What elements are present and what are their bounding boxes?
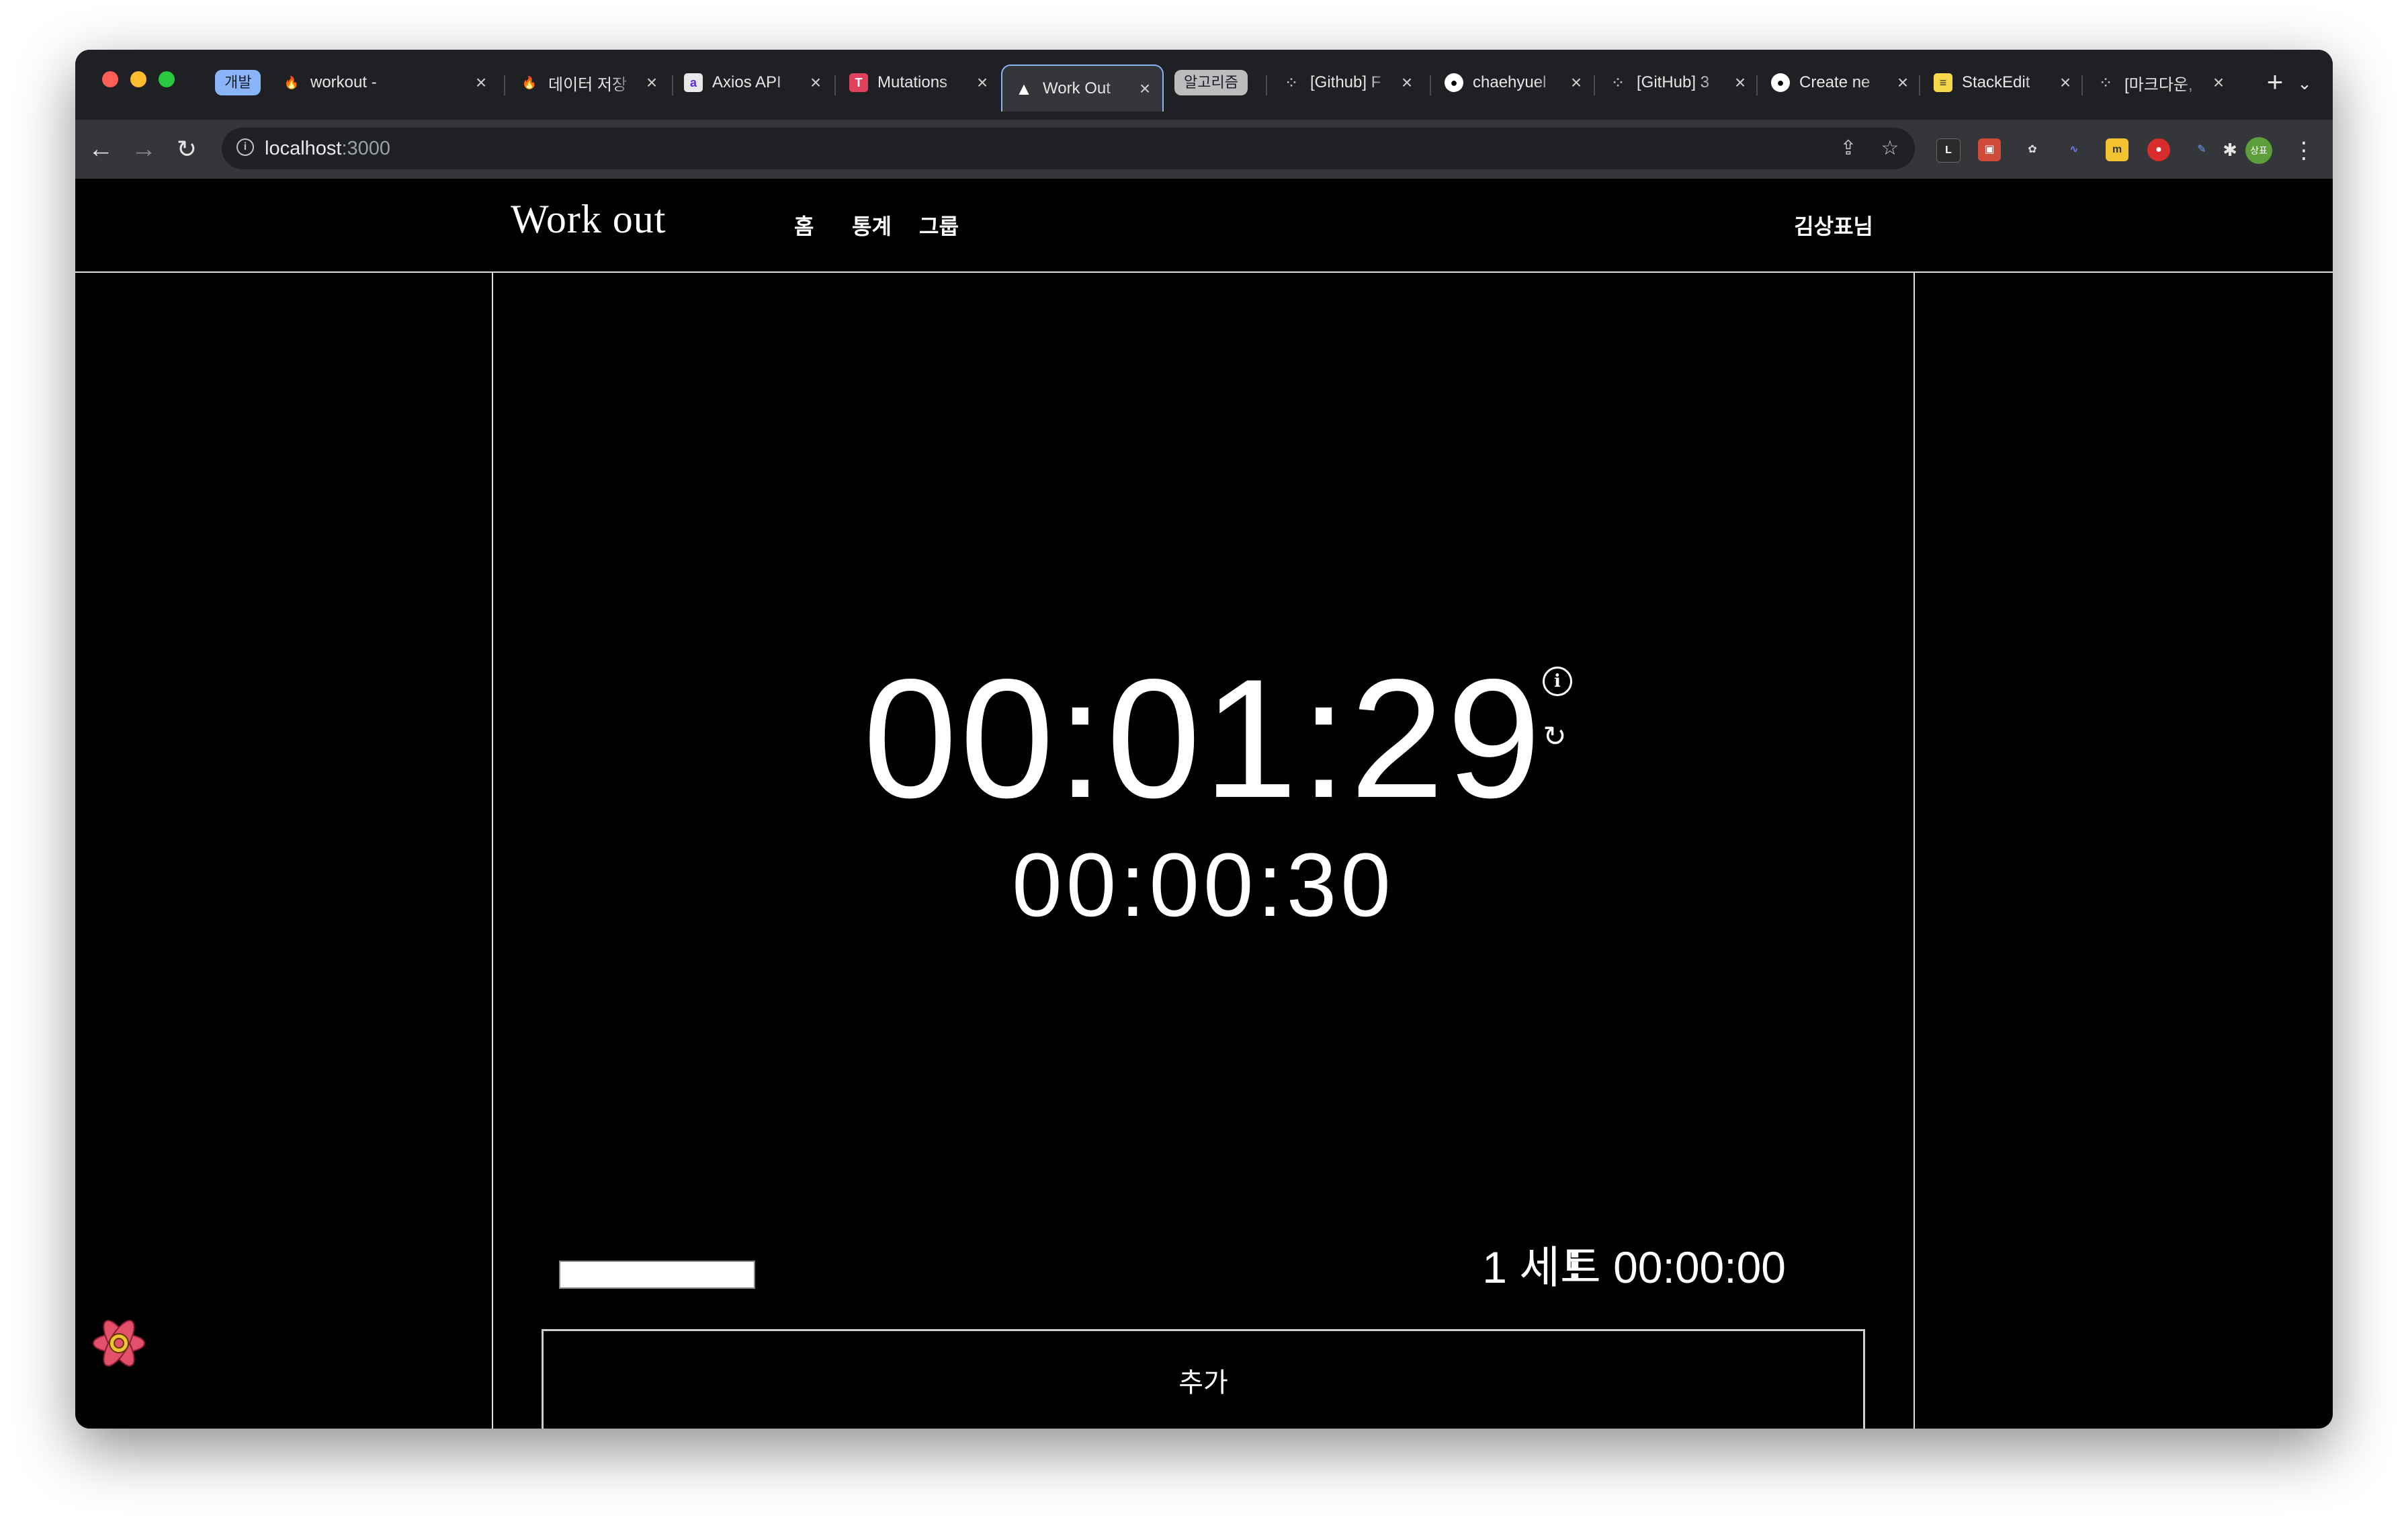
tab-separator: [1430, 75, 1431, 95]
tab-title: [GitHub] 3: [1637, 73, 1710, 91]
close-icon[interactable]: ×: [806, 73, 825, 92]
tab-separator: [2081, 75, 2083, 95]
nav-stats[interactable]: 통계: [852, 210, 892, 241]
tab-create-new[interactable]: ● Create ne ×: [1759, 62, 1920, 103]
share-icon[interactable]: ⇪: [1837, 137, 1860, 160]
extension-icon[interactable]: ▣: [1978, 138, 2001, 161]
info-icon[interactable]: i: [1543, 667, 1572, 696]
set-options-icon[interactable]: ⋮: [1555, 1239, 1595, 1293]
browser-menu-icon[interactable]: ⋮: [2292, 137, 2315, 164]
github-icon: ●: [1445, 73, 1463, 92]
tab-github-f[interactable]: ⁘ [Github] F ×: [1270, 62, 1424, 103]
tistory-icon: ⁘: [1286, 75, 1297, 89]
firebase-icon: 🔥: [284, 75, 300, 89]
tab-title: Mutations: [877, 73, 948, 91]
tistory-icon: ⁘: [2100, 75, 2111, 89]
tab-separator: [1594, 75, 1595, 95]
extension-icon[interactable]: ✿: [2021, 138, 2044, 161]
close-icon[interactable]: ×: [1893, 73, 1912, 92]
tab-title: Axios API: [712, 73, 781, 91]
tab-group-dev[interactable]: 개발: [215, 70, 261, 95]
stackedit-icon: ≡: [1934, 73, 1952, 92]
puzzle-icon[interactable]: ✱: [2219, 138, 2241, 161]
close-icon[interactable]: ×: [2209, 73, 2228, 92]
extension-icon[interactable]: ●: [2147, 138, 2170, 161]
window-close-button[interactable]: [102, 71, 118, 87]
firebase-icon: 🔥: [521, 75, 538, 89]
tab-separator: [1919, 75, 1920, 95]
tab-title: [Github] F: [1310, 73, 1381, 91]
back-button[interactable]: ←: [85, 133, 117, 165]
tab-separator: [504, 75, 505, 95]
close-icon[interactable]: ×: [1398, 73, 1416, 92]
tab-group-algorithm[interactable]: 알고리즘: [1174, 70, 1248, 95]
new-tab-button[interactable]: +: [2260, 67, 2290, 97]
url-port: :3000: [341, 138, 391, 159]
tab-stackedit[interactable]: ≡ StackEdit ×: [1922, 62, 2083, 103]
extension-icon[interactable]: m: [2106, 138, 2128, 161]
tab-title: workout -: [310, 73, 377, 91]
tab-title: chaehyuel: [1473, 73, 1547, 91]
tab-data-storage[interactable]: 🔥 데이터 저장 ×: [508, 62, 669, 103]
app-logo[interactable]: Work out: [511, 196, 666, 243]
window-minimize-button[interactable]: [130, 71, 146, 87]
tab-search-button[interactable]: ⌄: [2292, 71, 2317, 95]
url-host: localhost: [265, 138, 342, 159]
add-set-button[interactable]: 추가: [542, 1329, 1865, 1429]
tab-markdown[interactable]: ⁘ [마크다운, ×: [2084, 62, 2236, 103]
tab-separator: [1756, 75, 1758, 95]
tab-separator: [1266, 75, 1267, 95]
browser-toolbar: ← → ↻ i localhost:3000 ⇪ ☆ L ▣ ✿ ∿ m ● ✎…: [75, 120, 2333, 179]
close-icon[interactable]: ×: [1135, 79, 1154, 98]
close-icon[interactable]: ×: [642, 73, 661, 92]
tanstack-icon: T: [849, 73, 868, 92]
nav-group[interactable]: 그룹: [919, 210, 959, 241]
tab-title: Create ne: [1799, 73, 1870, 91]
set-name-input[interactable]: [559, 1261, 755, 1289]
tab-strip: 개발 🔥 workout - × 🔥 데이터 저장 × a Axios API …: [75, 50, 2333, 120]
tab-workout[interactable]: 🔥 workout - ×: [270, 62, 499, 103]
tab-axios[interactable]: a Axios API ×: [672, 62, 833, 103]
set-time-label: 1 세트 00:00:00: [1482, 1242, 1786, 1292]
tab-work-out[interactable]: ▲ Work Out ×: [1001, 65, 1164, 112]
nav-home[interactable]: 홈: [794, 210, 814, 241]
react-query-devtools-icon[interactable]: [89, 1313, 149, 1373]
tab-title: [마크다운,: [2124, 75, 2193, 94]
url-text: localhost:3000: [265, 128, 390, 169]
tab-title: 데이터 저장: [548, 75, 628, 94]
tab-chaehyuel[interactable]: ● chaehyuel ×: [1432, 62, 1594, 103]
address-bar[interactable]: i localhost:3000 ⇪ ☆: [222, 128, 1915, 169]
app-navbar: Work out 홈 통계 그룹 김상표님: [75, 179, 2333, 273]
tab-title: Work Out: [1043, 79, 1111, 97]
tab-separator: [834, 75, 836, 95]
extension-icon[interactable]: L: [1936, 138, 1961, 163]
browser-window: 개발 🔥 workout - × 🔥 데이터 저장 × a Axios API …: [75, 50, 2333, 1429]
axios-icon: a: [684, 73, 703, 92]
tab-title: StackEdit: [1962, 73, 2030, 91]
rest-timer: 00:00:30: [1012, 835, 1395, 935]
close-icon[interactable]: ×: [1567, 73, 1586, 92]
close-icon[interactable]: ×: [1731, 73, 1750, 92]
info-icon[interactable]: i: [236, 138, 254, 156]
close-icon[interactable]: ×: [472, 73, 490, 92]
extension-icon[interactable]: ✎: [2190, 138, 2213, 161]
window-zoom-button[interactable]: [159, 71, 175, 87]
github-icon: ●: [1771, 73, 1790, 92]
vercel-icon: ▲: [1015, 78, 1033, 99]
tab-mutations[interactable]: T Mutations ×: [837, 62, 1000, 103]
extension-icon[interactable]: ∿: [2063, 138, 2086, 161]
close-icon[interactable]: ×: [973, 73, 992, 92]
main-content: 00:01:29 i ↻ 00:00:30 1 세트 00:00:00 ⋮ 추가: [492, 273, 1915, 1429]
total-timer: 00:01:29: [863, 644, 1544, 833]
user-name[interactable]: 김상표님: [1794, 210, 1873, 241]
close-icon[interactable]: ×: [2056, 73, 2075, 92]
reset-icon[interactable]: ↻: [1540, 722, 1570, 751]
reload-button[interactable]: ↻: [171, 133, 203, 165]
avatar[interactable]: 상표: [2245, 137, 2272, 164]
bookmark-star-icon[interactable]: ☆: [1879, 137, 1901, 160]
web-page: Work out 홈 통계 그룹 김상표님 00:01:29 i ↻ 00:00…: [75, 179, 2333, 1429]
forward-button[interactable]: →: [128, 133, 160, 165]
tistory-icon: ⁘: [1612, 75, 1623, 89]
tab-github-3[interactable]: ⁘ [GitHub] 3 ×: [1596, 62, 1758, 103]
